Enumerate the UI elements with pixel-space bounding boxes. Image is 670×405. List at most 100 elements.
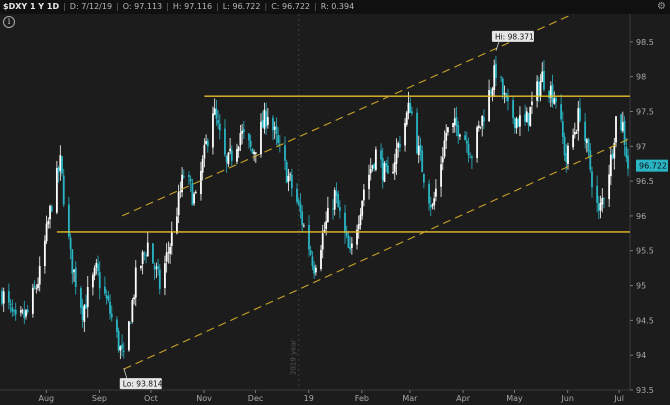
candle[interactable] bbox=[344, 204, 346, 244]
candle[interactable] bbox=[239, 124, 242, 152]
candle[interactable] bbox=[505, 92, 508, 102]
candle[interactable] bbox=[297, 197, 300, 207]
candle[interactable] bbox=[299, 193, 302, 219]
candle[interactable] bbox=[33, 280, 36, 290]
candle[interactable] bbox=[241, 124, 244, 145]
candle[interactable] bbox=[122, 342, 125, 359]
candle[interactable] bbox=[273, 121, 276, 140]
candle[interactable] bbox=[356, 224, 358, 250]
candle[interactable] bbox=[469, 152, 472, 158]
candle[interactable] bbox=[284, 136, 286, 171]
candle[interactable] bbox=[314, 264, 317, 276]
candle[interactable] bbox=[69, 233, 72, 260]
candle[interactable] bbox=[483, 109, 485, 130]
candle[interactable] bbox=[169, 243, 171, 264]
candle[interactable] bbox=[263, 102, 266, 134]
candle[interactable] bbox=[443, 130, 446, 159]
candle[interactable] bbox=[573, 122, 576, 139]
candle[interactable] bbox=[338, 200, 341, 219]
candle[interactable] bbox=[179, 181, 182, 199]
candle[interactable] bbox=[62, 168, 65, 208]
candle[interactable] bbox=[347, 230, 350, 249]
candle[interactable] bbox=[193, 191, 195, 206]
candle[interactable] bbox=[181, 167, 183, 198]
candle[interactable] bbox=[189, 175, 192, 192]
candle[interactable] bbox=[435, 179, 437, 202]
candle[interactable] bbox=[428, 179, 430, 211]
candle[interactable] bbox=[134, 260, 137, 307]
candle[interactable] bbox=[587, 137, 590, 157]
candle[interactable] bbox=[371, 164, 374, 172]
candle[interactable] bbox=[453, 107, 456, 133]
candle[interactable] bbox=[86, 275, 89, 318]
candle[interactable] bbox=[479, 126, 482, 130]
candle[interactable] bbox=[337, 190, 340, 208]
candle[interactable] bbox=[26, 305, 29, 315]
candle[interactable] bbox=[541, 62, 544, 83]
candle[interactable] bbox=[131, 297, 134, 324]
candle[interactable] bbox=[357, 215, 360, 239]
candle[interactable] bbox=[362, 183, 365, 207]
candle[interactable] bbox=[457, 120, 460, 144]
candle[interactable] bbox=[95, 259, 98, 275]
candle[interactable] bbox=[603, 196, 605, 209]
candle[interactable] bbox=[500, 75, 502, 83]
candle[interactable] bbox=[133, 294, 135, 305]
candle[interactable] bbox=[45, 215, 48, 245]
candle[interactable] bbox=[155, 262, 158, 279]
candle[interactable] bbox=[572, 128, 575, 150]
candle[interactable] bbox=[9, 299, 12, 313]
candle[interactable] bbox=[615, 115, 617, 148]
candle[interactable] bbox=[421, 145, 424, 173]
candle[interactable] bbox=[417, 135, 420, 164]
candle[interactable] bbox=[512, 96, 514, 124]
candle[interactable] bbox=[11, 299, 14, 317]
candle[interactable] bbox=[206, 138, 209, 153]
candle[interactable] bbox=[445, 124, 448, 150]
candle[interactable] bbox=[332, 199, 334, 220]
candle[interactable] bbox=[277, 127, 280, 147]
candle[interactable] bbox=[71, 249, 74, 284]
candle[interactable] bbox=[613, 137, 616, 170]
candle[interactable] bbox=[43, 235, 46, 274]
candle[interactable] bbox=[531, 91, 533, 115]
candle[interactable] bbox=[50, 204, 53, 213]
candle[interactable] bbox=[107, 291, 110, 303]
candle[interactable] bbox=[116, 316, 118, 338]
candle[interactable] bbox=[2, 287, 5, 312]
candle[interactable] bbox=[423, 173, 425, 189]
candle[interactable] bbox=[335, 182, 338, 204]
candle[interactable] bbox=[476, 125, 478, 163]
candle[interactable] bbox=[165, 243, 168, 273]
candle[interactable] bbox=[212, 106, 214, 155]
candle[interactable] bbox=[188, 171, 190, 185]
candle[interactable] bbox=[416, 107, 418, 155]
candle[interactable] bbox=[105, 289, 108, 305]
candle[interactable] bbox=[49, 204, 51, 229]
candle[interactable] bbox=[98, 261, 101, 300]
candle[interactable] bbox=[146, 231, 149, 258]
candle[interactable] bbox=[431, 202, 434, 210]
candle[interactable] bbox=[285, 159, 288, 184]
candle[interactable] bbox=[143, 251, 146, 261]
candle[interactable] bbox=[491, 86, 494, 102]
candle[interactable] bbox=[575, 129, 578, 135]
candle[interactable] bbox=[218, 114, 221, 140]
candle[interactable] bbox=[224, 119, 226, 157]
candle[interactable] bbox=[266, 108, 269, 129]
candle[interactable] bbox=[225, 154, 228, 173]
candle[interactable] bbox=[385, 160, 388, 173]
candle[interactable] bbox=[447, 127, 449, 136]
candle[interactable] bbox=[380, 143, 382, 168]
candle[interactable] bbox=[625, 137, 628, 163]
candle[interactable] bbox=[215, 99, 218, 126]
candle[interactable] bbox=[93, 265, 96, 281]
candle[interactable] bbox=[301, 205, 304, 232]
candle[interactable] bbox=[217, 109, 219, 129]
candle[interactable] bbox=[597, 195, 600, 220]
candle[interactable] bbox=[7, 283, 10, 310]
candle[interactable] bbox=[110, 305, 113, 322]
candle[interactable] bbox=[25, 309, 27, 320]
candle[interactable] bbox=[397, 141, 400, 158]
candle[interactable] bbox=[405, 110, 408, 127]
